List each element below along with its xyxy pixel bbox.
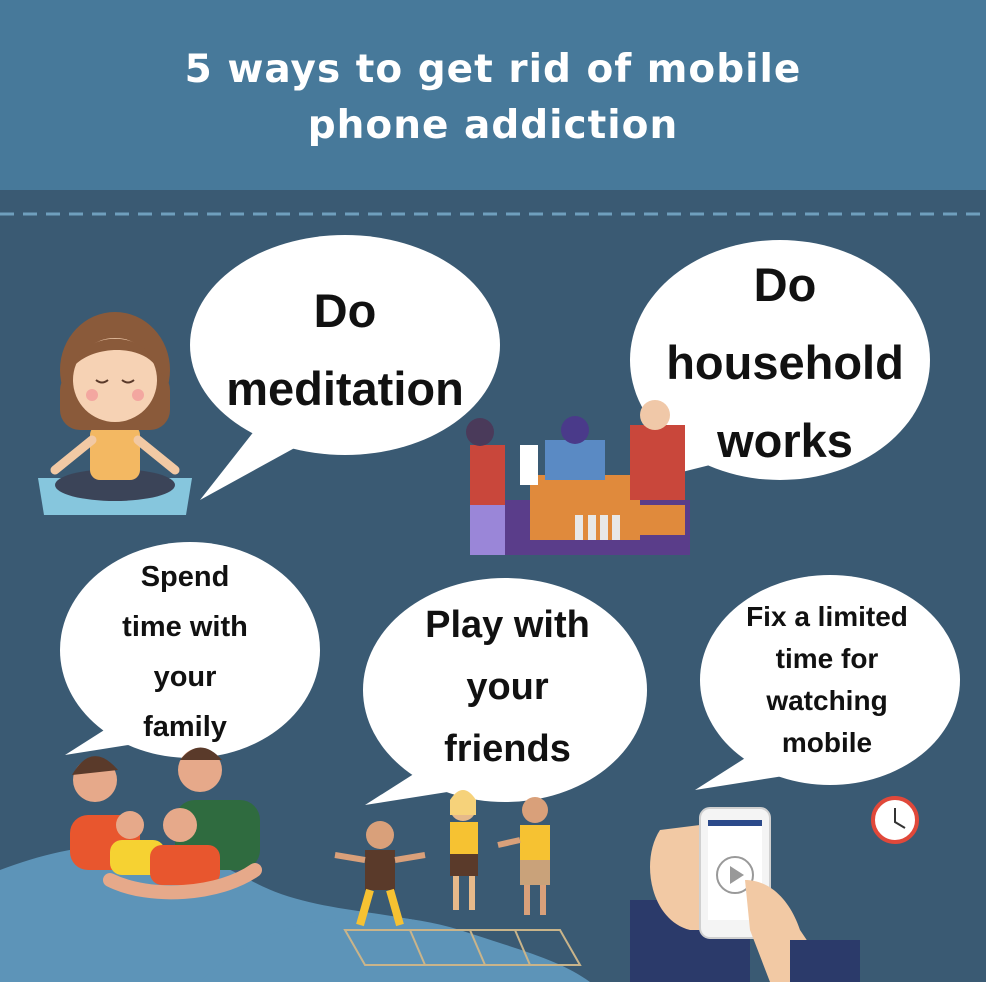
tip-line: time with xyxy=(122,611,248,643)
meditating-girl-icon xyxy=(38,312,192,515)
tip-line: works xyxy=(717,414,853,467)
tip-household-text: Do household works xyxy=(640,246,930,480)
tip-mobile-text: Fix a limited time for watching mobile xyxy=(712,596,942,764)
tip-line: watching xyxy=(766,685,888,716)
tip-line: mobile xyxy=(781,727,873,758)
tip-line: Fix a limited xyxy=(746,601,908,632)
tip-family-text: Spend time with your family xyxy=(90,552,280,752)
tip-line: Do xyxy=(753,258,817,311)
tip-line: household xyxy=(666,336,904,389)
tip-line: Spend xyxy=(140,561,230,593)
tip-line: time for xyxy=(775,643,879,674)
tip-line: Play with xyxy=(425,604,590,646)
tip-line: Do xyxy=(313,284,377,337)
tip-line: your xyxy=(153,661,217,693)
tip-line: meditation xyxy=(226,362,464,415)
clock-icon xyxy=(871,796,919,844)
hand-phone-icon xyxy=(630,807,860,982)
tip-meditation-text: Do meditation xyxy=(200,272,490,428)
tip-line: friends xyxy=(444,728,571,770)
tip-friends-text: Play with your friends xyxy=(385,594,630,780)
illustration-scene xyxy=(0,235,960,982)
tip-line: your xyxy=(466,666,549,708)
tip-line: family xyxy=(143,711,227,743)
